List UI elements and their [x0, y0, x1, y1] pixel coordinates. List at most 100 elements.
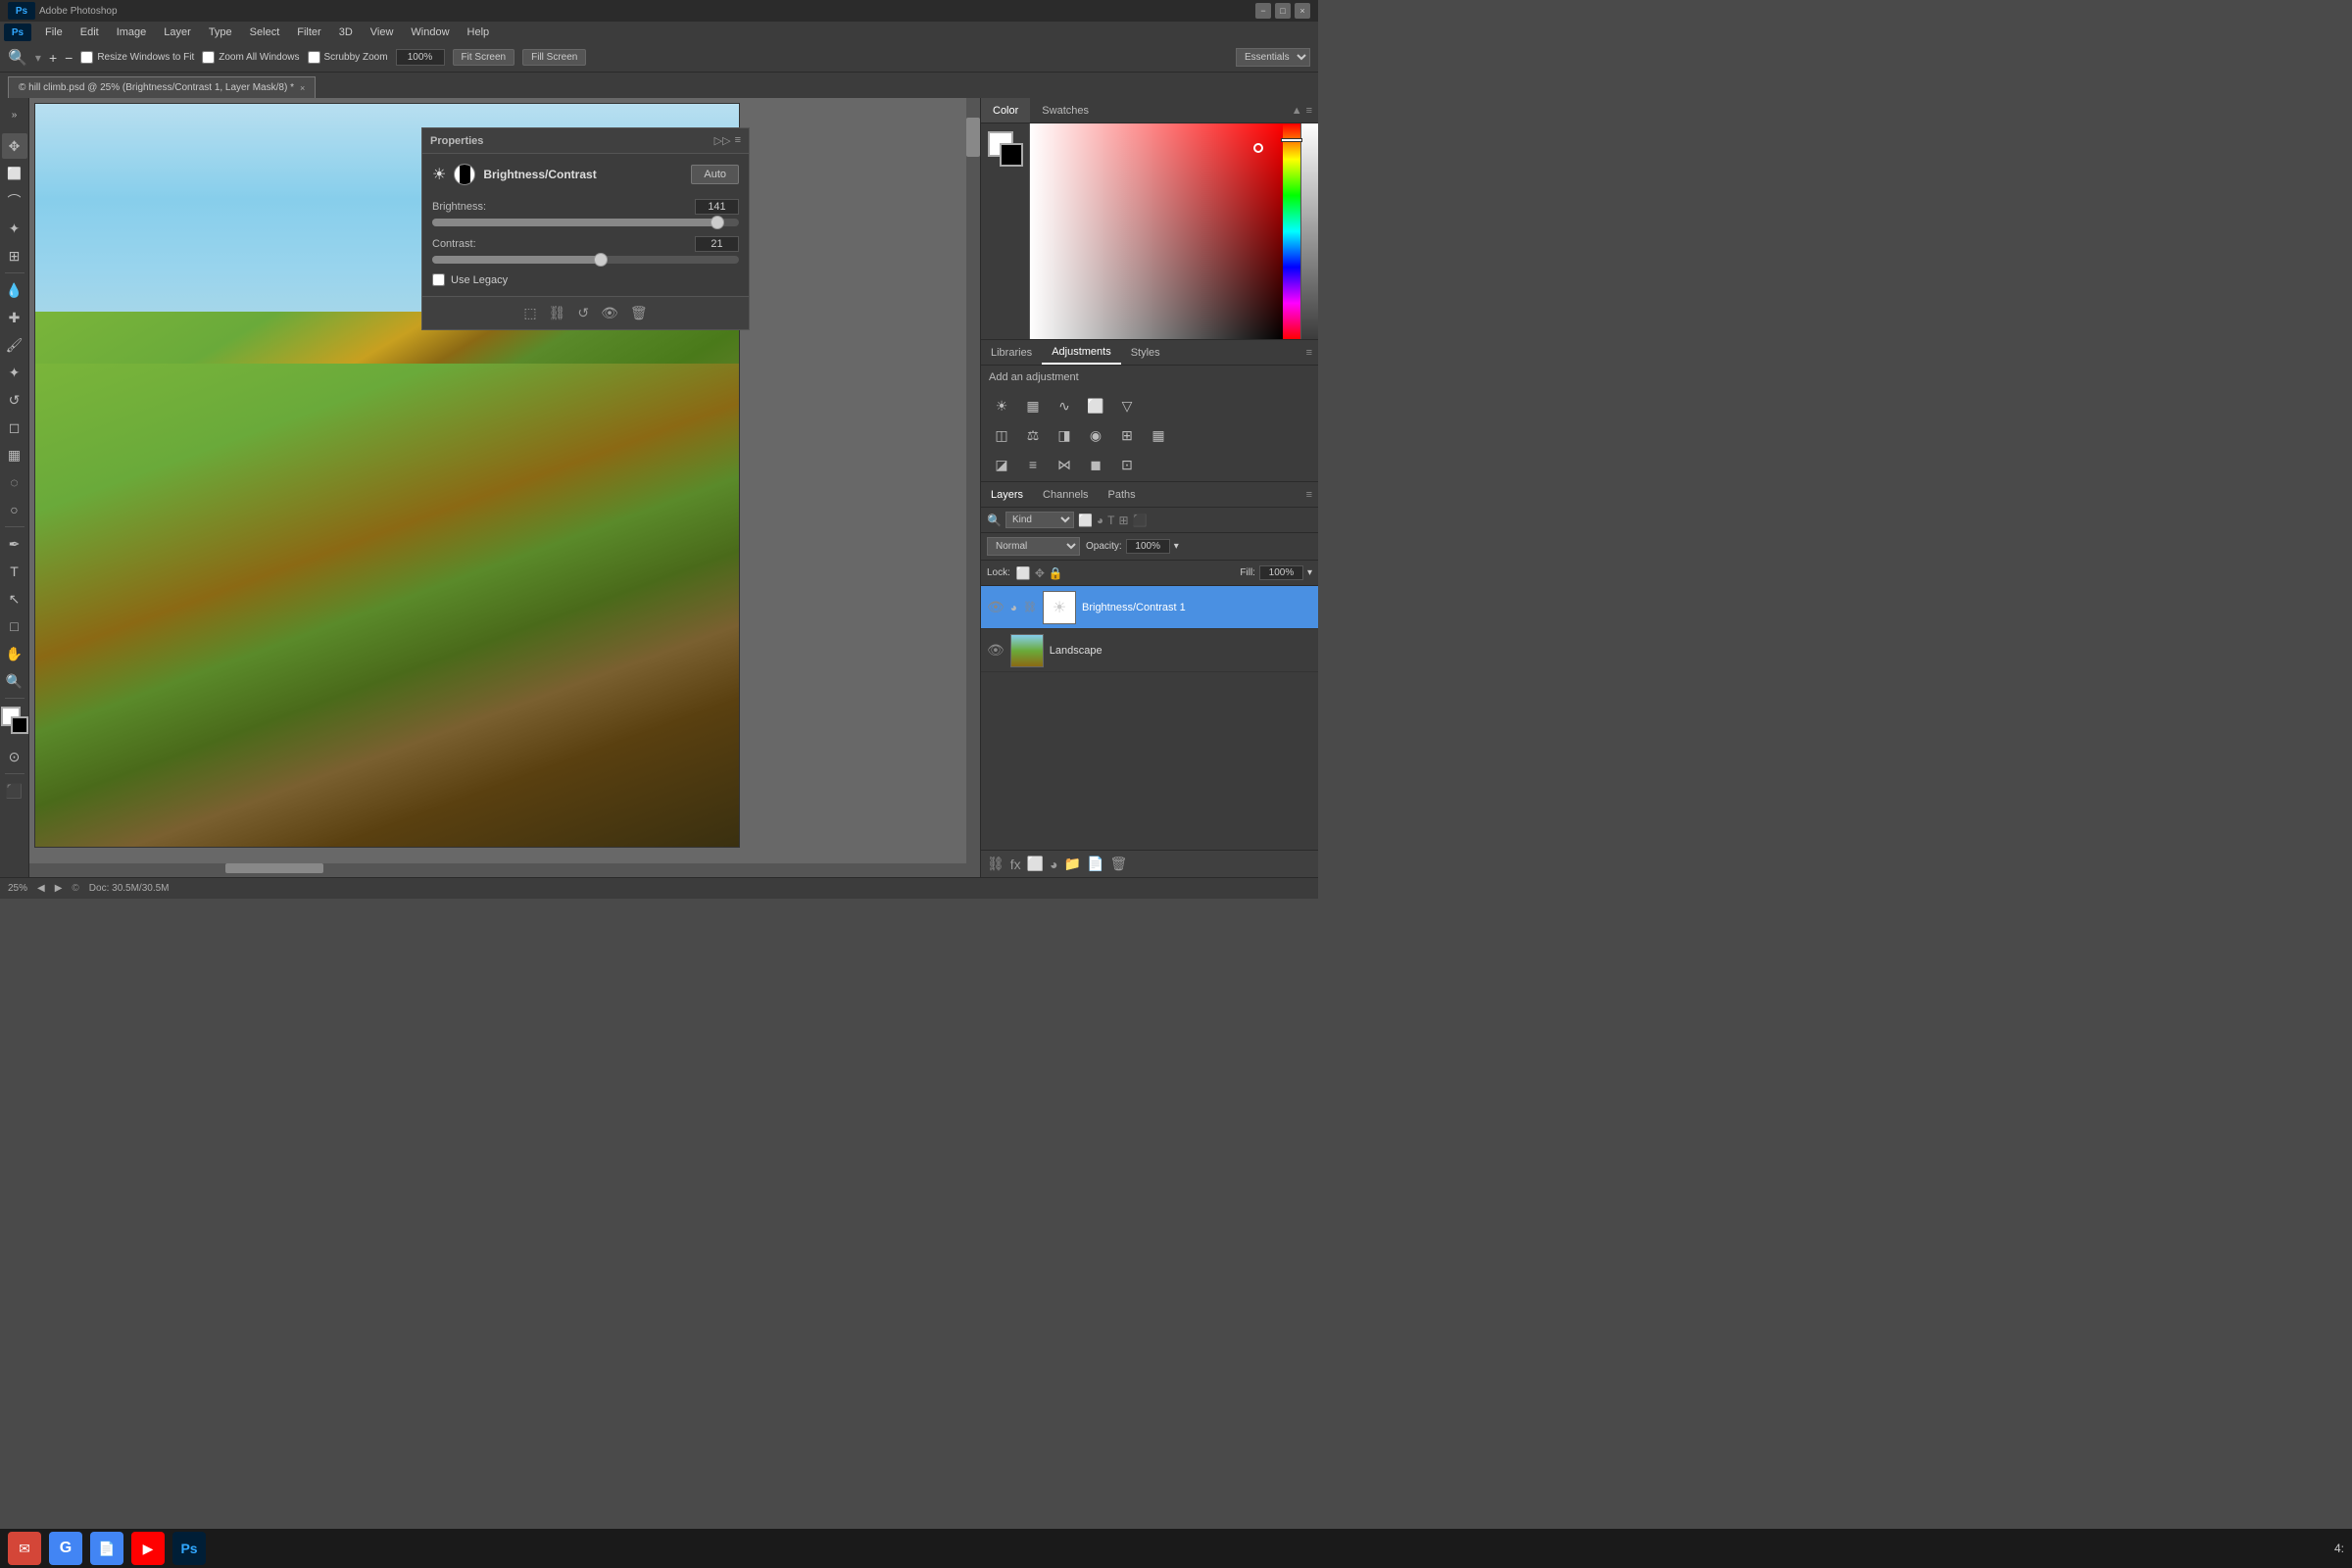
document-tab[interactable]: © hill climb.psd @ 25% (Brightness/Contr… [8, 76, 316, 98]
taskbar-gmail-icon[interactable]: ✉ [8, 1532, 41, 1565]
color-lookup-adj-btn[interactable]: ▦ [1146, 422, 1171, 448]
foreground-background-swatch[interactable] [988, 131, 1023, 167]
posterize-adj-btn[interactable]: ≡ [1020, 452, 1046, 477]
brightness-slider-thumb[interactable] [710, 216, 724, 229]
brightness-value-input[interactable] [695, 199, 739, 215]
clip-to-layer-icon[interactable]: ⬚ [523, 305, 536, 321]
color-spectrum-main[interactable] [1030, 123, 1283, 339]
lasso-tool[interactable]: ⌒ [2, 188, 27, 214]
filter-smart-icon[interactable]: ⬛ [1133, 514, 1148, 527]
menu-window[interactable]: Window [403, 24, 457, 40]
healing-brush-tool[interactable]: ✚ [2, 305, 27, 330]
adjustments-tab[interactable]: Adjustments [1042, 340, 1121, 365]
curves-adj-btn[interactable]: ∿ [1052, 393, 1077, 418]
background-color[interactable] [11, 716, 28, 734]
photo-filter-adj-btn[interactable]: ◉ [1083, 422, 1108, 448]
threshold-adj-btn[interactable]: ⋈ [1052, 452, 1077, 477]
color-panel-collapse[interactable]: ▲ [1292, 105, 1302, 117]
document-tab-close[interactable]: × [300, 83, 305, 93]
menu-filter[interactable]: Filter [289, 24, 328, 40]
color-tab[interactable]: Color [981, 98, 1030, 122]
channels-tab[interactable]: Channels [1033, 482, 1098, 507]
new-layer-icon[interactable]: 📄 [1087, 856, 1103, 872]
menu-3d[interactable]: 3D [331, 24, 361, 40]
layers-tab[interactable]: Layers [981, 482, 1033, 507]
layers-panel-menu[interactable]: ≡ [1306, 489, 1312, 501]
eraser-tool[interactable]: ◻ [2, 415, 27, 440]
use-legacy-checkbox[interactable] [432, 273, 445, 286]
path-selection-tool[interactable]: ↖ [2, 586, 27, 612]
menu-select[interactable]: Select [242, 24, 288, 40]
menu-layer[interactable]: Layer [156, 24, 199, 40]
lock-pixel-icon[interactable]: ⬜ [1016, 566, 1031, 580]
delete-layer-icon[interactable]: 🗑 [1109, 856, 1127, 872]
taskbar-youtube-icon[interactable]: ▶ [131, 1532, 165, 1565]
menu-edit[interactable]: Edit [73, 24, 107, 40]
new-adjustment-icon[interactable]: ◕ [1050, 857, 1057, 872]
expand-toolbar-button[interactable]: » [2, 102, 27, 127]
resize-windows-checkbox[interactable] [80, 51, 93, 64]
link-layers-icon[interactable]: ⛓ [987, 856, 1004, 872]
layer-type-filter[interactable]: Kind [1005, 512, 1074, 528]
reset-icon[interactable]: ↺ [577, 305, 589, 321]
fill-screen-button[interactable]: Fill Screen [522, 49, 586, 66]
close-button[interactable]: × [1295, 3, 1310, 19]
canvas-scrollbar-horizontal[interactable] [29, 863, 966, 877]
move-tool[interactable]: ✥ [2, 133, 27, 159]
add-mask-icon[interactable]: ⬜ [1027, 856, 1044, 872]
gradient-tool[interactable]: ▦ [2, 442, 27, 467]
fill-dropdown-arrow[interactable]: ▾ [1307, 567, 1312, 578]
background-color-swatch[interactable] [1000, 143, 1023, 167]
opacity-input[interactable] [1126, 539, 1170, 554]
brush-tool[interactable]: 🖌 [2, 332, 27, 358]
paths-tab[interactable]: Paths [1099, 482, 1146, 507]
taskbar-ps-icon[interactable]: Ps [172, 1532, 206, 1565]
layer-visibility-landscape[interactable]: 👁 [987, 642, 1004, 659]
taskbar-google-icon[interactable]: G [49, 1532, 82, 1565]
lock-position-icon[interactable]: ✥ [1035, 566, 1045, 580]
minimize-button[interactable]: − [1255, 3, 1271, 19]
crop-tool[interactable]: ⊞ [2, 243, 27, 269]
marquee-tool[interactable]: ⬜ [2, 161, 27, 186]
resize-windows-option[interactable]: Resize Windows to Fit [80, 51, 194, 64]
zoom-out-btn[interactable]: − [65, 50, 73, 66]
fill-input[interactable] [1259, 565, 1303, 580]
layer-item-brightness-contrast[interactable]: 👁 ◕ ⛓ ☀ Brightness/Contrast 1 [981, 586, 1318, 629]
contrast-value-input[interactable] [695, 236, 739, 252]
maximize-button[interactable]: □ [1275, 3, 1291, 19]
fit-screen-button[interactable]: Fit Screen [453, 49, 515, 66]
contrast-slider-thumb[interactable] [594, 253, 608, 267]
properties-menu-icon[interactable]: ≡ [735, 134, 741, 147]
menu-file[interactable]: File [37, 24, 71, 40]
lock-all-icon[interactable]: 🔒 [1049, 566, 1063, 580]
scrollbar-thumb-vertical[interactable] [966, 118, 980, 157]
chain-icon[interactable]: ⛓ [549, 305, 566, 321]
hue-strip[interactable] [1283, 123, 1300, 339]
zoom-all-option[interactable]: Zoom All Windows [202, 51, 299, 64]
dodge-tool[interactable]: ○ [2, 497, 27, 522]
screen-mode-button[interactable]: ⬛ [2, 778, 27, 804]
add-style-icon[interactable]: fx [1010, 857, 1021, 872]
selective-color-adj-btn[interactable]: ⊡ [1114, 452, 1140, 477]
filter-shape-icon[interactable]: ⊞ [1119, 514, 1129, 527]
gradient-map-adj-btn[interactable]: ◼ [1083, 452, 1108, 477]
zoom-tool[interactable]: 🔍 [2, 668, 27, 694]
scrubby-zoom-option[interactable]: Scrubby Zoom [308, 51, 388, 64]
delete-icon[interactable]: 🗑 [630, 305, 648, 321]
scrollbar-thumb-horizontal[interactable] [225, 863, 323, 873]
menu-help[interactable]: Help [460, 24, 498, 40]
hue-saturation-adj-btn[interactable]: ◫ [989, 422, 1014, 448]
quick-mask-tool[interactable]: ⊙ [2, 744, 27, 769]
auto-button[interactable]: Auto [691, 165, 739, 184]
black-white-adj-btn[interactable]: ◨ [1052, 422, 1077, 448]
layer-item-landscape[interactable]: 👁 Landscape [981, 629, 1318, 672]
swatches-tab[interactable]: Swatches [1030, 98, 1101, 122]
eyedropper-tool[interactable]: 💧 [2, 277, 27, 303]
styles-tab[interactable]: Styles [1121, 340, 1170, 365]
exposure-adj-btn[interactable]: ⬜ [1083, 393, 1108, 418]
levels-adj-btn[interactable]: ▦ [1020, 393, 1046, 418]
menu-image[interactable]: Image [109, 24, 155, 40]
alpha-strip[interactable] [1300, 123, 1318, 339]
libraries-tab[interactable]: Libraries [981, 340, 1042, 365]
history-brush-tool[interactable]: ↺ [2, 387, 27, 413]
